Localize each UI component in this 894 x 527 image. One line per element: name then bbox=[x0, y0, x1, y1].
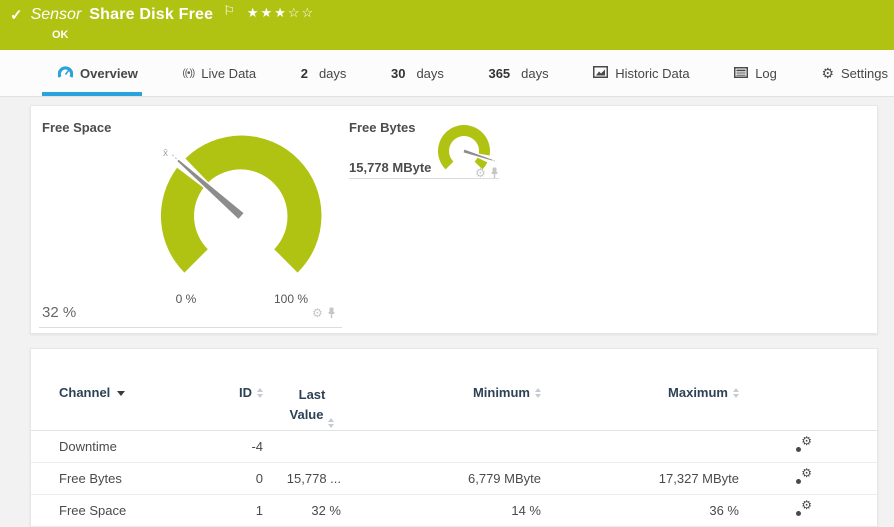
sensor-title: Share Disk Free bbox=[89, 6, 213, 24]
tab-2-days[interactable]: 2 days bbox=[301, 50, 347, 96]
sensor-header: ✓ Sensor Share Disk Free ⚐ ★★★☆☆ OK bbox=[0, 0, 894, 50]
tab-number: 30 bbox=[391, 66, 405, 81]
log-icon bbox=[734, 66, 748, 81]
tab-label: Historic Data bbox=[615, 66, 689, 81]
tab-historic-data[interactable]: Historic Data bbox=[593, 50, 689, 96]
channel-maximum: 17,327 MByte bbox=[541, 471, 739, 486]
channel-minimum: 6,779 MByte bbox=[341, 471, 541, 486]
free-space-gauge: x̄ bbox=[31, 106, 351, 306]
gauge-scale-min: 0 % bbox=[166, 292, 206, 306]
column-header-minimum[interactable]: Minimum bbox=[341, 385, 541, 430]
channel-settings-gears-icon[interactable]: ⚙ bbox=[796, 469, 812, 485]
tab-number: 2 bbox=[301, 66, 308, 81]
channel-name: Downtime bbox=[59, 439, 219, 454]
channel-last-value: 15,778 ... bbox=[263, 471, 341, 486]
settings-gear-icon: ⚙ bbox=[821, 66, 834, 80]
tab-label: Overview bbox=[80, 66, 138, 81]
free-bytes-value: 15,778 MByte bbox=[349, 160, 431, 175]
tab-unit: days bbox=[521, 66, 548, 81]
channel-minimum: 14 % bbox=[341, 503, 541, 518]
channel-table-panel: Channel ID Last Value Minimum Maximum bbox=[30, 348, 878, 527]
tab-bar: Overview ((•)) Live Data 2 days 30 days 36… bbox=[0, 50, 894, 97]
star-rating[interactable]: ★★★☆☆ bbox=[247, 5, 315, 21]
column-header-maximum[interactable]: Maximum bbox=[541, 385, 739, 430]
tab-overview[interactable]: Overview bbox=[58, 50, 138, 96]
table-row-free-space: Free Space 1 32 % 14 % 36 % ⚙ bbox=[31, 495, 877, 527]
tile-divider bbox=[39, 327, 342, 328]
tab-30-days[interactable]: 30 days bbox=[391, 50, 444, 96]
sort-caret-icon bbox=[117, 391, 125, 396]
table-header-row: Channel ID Last Value Minimum Maximum bbox=[31, 349, 877, 431]
tab-log[interactable]: Log bbox=[734, 50, 777, 96]
sort-arrows-icon bbox=[535, 388, 541, 398]
sort-arrows-icon bbox=[733, 388, 739, 398]
channel-id: 1 bbox=[219, 503, 263, 518]
tab-unit: days bbox=[319, 66, 346, 81]
gauge-scale-max: 100 % bbox=[264, 292, 318, 306]
gauge-icon bbox=[58, 65, 73, 81]
tab-unit: days bbox=[416, 66, 443, 81]
sort-arrows-icon bbox=[328, 418, 334, 428]
sort-arrows-icon bbox=[257, 388, 263, 398]
gauges-panel: Free Space x̄ 0 % 100 % 32 % ⚙ Free Byte… bbox=[30, 105, 878, 334]
channel-maximum: 36 % bbox=[541, 503, 739, 518]
mean-marker-label: x̄ bbox=[163, 148, 168, 159]
column-header-channel[interactable]: Channel bbox=[59, 385, 219, 430]
status-badge: OK bbox=[52, 29, 69, 41]
tab-label: Live Data bbox=[201, 66, 256, 81]
channel-name: Free Space bbox=[59, 503, 219, 518]
tile-divider bbox=[349, 178, 499, 179]
tab-365-days[interactable]: 365 days bbox=[488, 50, 548, 96]
channel-table: Channel ID Last Value Minimum Maximum bbox=[31, 349, 877, 527]
tab-live-data[interactable]: ((•)) Live Data bbox=[182, 50, 256, 96]
object-kind-label: Sensor bbox=[31, 6, 82, 24]
tab-number: 365 bbox=[488, 66, 510, 81]
live-data-icon: ((•)) bbox=[182, 68, 194, 79]
channel-settings-gears-icon[interactable]: ⚙ bbox=[796, 437, 812, 453]
table-row-downtime: Downtime -4 ⚙ bbox=[31, 431, 877, 463]
channel-id: -4 bbox=[219, 439, 263, 454]
column-header-id[interactable]: ID bbox=[219, 385, 263, 430]
mean-marker-line bbox=[494, 161, 497, 162]
channel-last-value: 32 % bbox=[263, 503, 341, 518]
historic-data-icon bbox=[593, 66, 608, 81]
column-header-last-value[interactable]: Last Value bbox=[263, 385, 341, 430]
gauge-settings-gear-icon[interactable]: ⚙ bbox=[312, 307, 323, 319]
status-check-icon: ✓ bbox=[10, 8, 23, 23]
channel-id: 0 bbox=[219, 471, 263, 486]
free-space-value: 32 % bbox=[42, 304, 76, 321]
table-row-free-bytes: Free Bytes 0 15,778 ... 6,779 MByte 17,3… bbox=[31, 463, 877, 495]
tab-settings[interactable]: ⚙ Settings bbox=[821, 50, 888, 96]
prtg-sensor-page: ✓ Sensor Share Disk Free ⚐ ★★★☆☆ OK Over… bbox=[0, 0, 894, 527]
flag-icon[interactable]: ⚐ bbox=[223, 3, 235, 19]
channel-settings-gears-icon[interactable]: ⚙ bbox=[796, 501, 812, 517]
free-bytes-gauge-title: Free Bytes bbox=[349, 120, 415, 135]
tab-label: Log bbox=[755, 66, 777, 81]
pin-icon[interactable] bbox=[327, 307, 336, 319]
channel-name: Free Bytes bbox=[59, 471, 219, 486]
tab-label: Settings bbox=[841, 66, 888, 81]
